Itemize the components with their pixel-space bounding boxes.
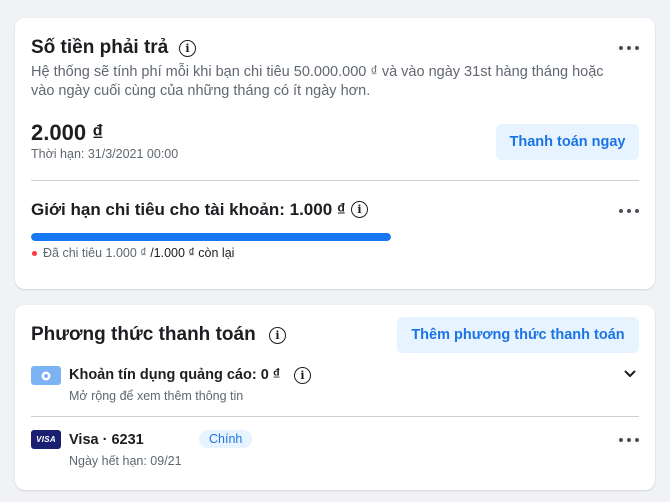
spending-progress-bar [31, 233, 391, 241]
spent-text: Đã chi tiêu 1.000 ₫ [43, 246, 147, 260]
info-icon[interactable]: i [179, 40, 196, 57]
status-dot [32, 251, 37, 256]
due-date: Thời hạn: 31/3/2021 00:00 [31, 147, 179, 161]
ad-credit-hint: Mở rộng để xem thêm thông tin [69, 389, 244, 403]
payment-methods-card: Phương thức thanh toán i Thêm phương thứ… [15, 305, 655, 490]
divider [31, 416, 639, 417]
amount-due-value: 2.000 ₫ [31, 120, 104, 145]
more-options-icon[interactable] [619, 44, 639, 52]
payment-methods-title: Phương thức thanh toán [31, 324, 256, 345]
primary-badge: Chính [199, 430, 253, 448]
amount-due-card: Số tiền phải trả i Hệ thống sẽ tính phí … [15, 18, 655, 289]
add-payment-method-button[interactable]: Thêm phương thức thanh toán [397, 317, 639, 353]
info-icon[interactable]: i [269, 327, 286, 344]
gear-icon [41, 371, 51, 380]
more-options-icon[interactable] [619, 436, 639, 444]
spending-status: Đã chi tiêu 1.000 ₫ /1.000 ₫ còn lại [43, 246, 234, 260]
card-label: Visa · 6231 [69, 432, 144, 448]
more-options-icon[interactable] [619, 207, 639, 215]
chevron-down-icon[interactable] [623, 367, 637, 381]
info-icon[interactable]: i [351, 201, 368, 218]
visa-card-icon: VISA [31, 430, 61, 449]
pay-now-button[interactable]: Thanh toán ngay [496, 124, 639, 160]
spending-limit-title: Giới hạn chi tiêu cho tài khoản: 1.000 ₫ [31, 200, 346, 219]
card-expiry: Ngày hết hạn: 09/21 [69, 454, 182, 468]
billing-description: Hệ thống sẽ tính phí mỗi khi bạn chi tiê… [31, 64, 604, 99]
ad-credit-label: Khoản tín dụng quảng cáo: 0 ₫ [69, 367, 281, 383]
remaining-text: /1.000 ₫ còn lại [150, 246, 235, 260]
divider [31, 180, 639, 181]
ad-credit-icon [31, 366, 61, 385]
info-icon[interactable]: i [294, 367, 311, 384]
amount-due-title: Số tiền phải trả [31, 37, 169, 58]
spending-progress-fill [31, 233, 391, 241]
